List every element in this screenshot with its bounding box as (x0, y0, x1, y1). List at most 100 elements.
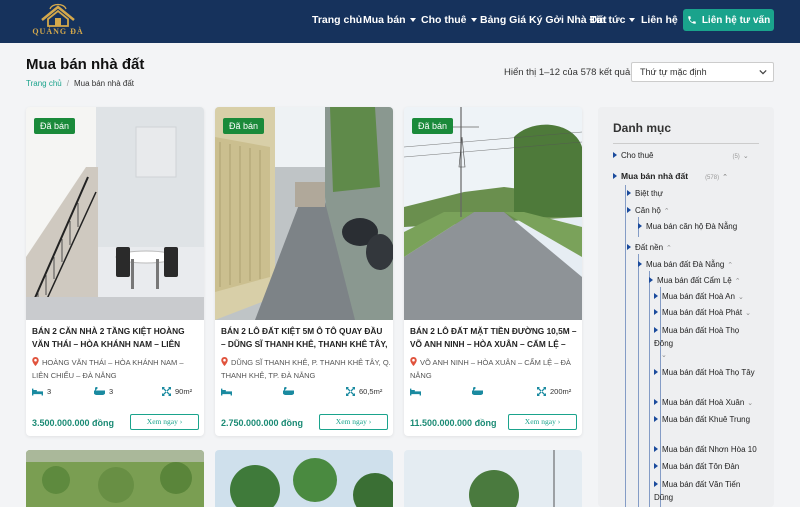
sidebar-toggle[interactable]: ⌄ (658, 350, 667, 359)
sidebar-item-hoa-phat[interactable]: Mua bán đất Hoà Phát ⌄ (654, 308, 751, 317)
listing-location: VÕ ANH NINH – HÒA XUÂN – CẨM LỆ – ĐÀ NẴN… (410, 357, 571, 380)
result-count: Hiển thị 1–12 của 578 kết quả (504, 67, 631, 78)
view-now-button[interactable]: Xem ngay › (508, 414, 577, 430)
chevron-down-icon: ⌄ (661, 352, 667, 359)
chevron-down-icon: ⌄ (745, 310, 751, 317)
caret-right-icon (654, 446, 658, 452)
chevron-down-icon (629, 18, 636, 23)
sold-badge: Đã bán (34, 118, 76, 134)
listing-photo-partial[interactable] (26, 450, 204, 507)
listing-title[interactable]: BÁN 2 LÔ ĐẤT MẶT TIỀN ĐƯỜNG 10,5M – VÕ A… (410, 325, 578, 351)
phone-icon (688, 16, 696, 24)
listing-price: 3.500.000.000 đồng (32, 418, 115, 428)
view-now-button[interactable]: Xem ngay › (319, 414, 388, 430)
sidebar-item-biet-thu[interactable]: Biệt thự (627, 189, 663, 198)
nav-lien-he[interactable]: Liên hệ (641, 14, 678, 26)
sidebar-item-van-tien-dung[interactable]: Mua bán đất Văn Tiến Dũng (654, 478, 752, 504)
listing-title[interactable]: BÁN 2 LÔ ĐẤT KIỆT 5M Ô TÔ QUAY ĐẦU – DŨN… (221, 325, 389, 351)
sidebar-item-hoa-tho-dong[interactable]: Mua bán đất Hoà Thọ Đông (654, 324, 752, 350)
listing-title[interactable]: BÁN 2 CĂN NHÀ 2 TẦNG KIỆT HOÀNG VĂN THÁI… (32, 325, 200, 351)
chevron-up-icon: ⌃ (722, 174, 728, 181)
caret-right-icon (654, 327, 658, 333)
caret-right-icon (613, 152, 617, 158)
sidebar-item-can-ho-dn[interactable]: Mua bán căn hộ Đà Nẵng (638, 222, 737, 231)
nav-home[interactable]: Trang chủ (312, 14, 362, 26)
listing-photo-interior[interactable] (26, 107, 204, 320)
bathtub-icon (471, 387, 484, 395)
sidebar-item-hoa-tho-tay[interactable]: Mua bán đất Hoà Thọ Tây (654, 368, 755, 377)
bathroom-count (282, 387, 298, 396)
sort-select[interactable]: Thứ tự mặc định (631, 62, 774, 82)
caret-right-icon (654, 293, 658, 299)
area-value: 200m² (537, 387, 571, 396)
sold-badge: Đã bán (412, 118, 454, 134)
listing-specs: 60,5m² (221, 387, 387, 399)
caret-right-icon (627, 244, 631, 250)
sidebar-item-ton-dan[interactable]: Mua bán đất Tôn Đản (654, 462, 739, 471)
sidebar-item-can-ho[interactable]: Căn hộ ⌃ (627, 206, 670, 215)
listing-photo-partial[interactable] (404, 450, 582, 507)
bathroom-count (471, 387, 487, 396)
chevron-down-icon (409, 18, 416, 23)
listing-price: 11.500.000.000 đồng (410, 418, 497, 428)
caret-right-icon (654, 481, 658, 487)
expand-arrows-icon (537, 387, 546, 396)
chevron-down-icon (470, 18, 477, 23)
caret-right-icon (627, 190, 631, 196)
view-now-button[interactable]: Xem ngay › (130, 414, 199, 430)
sidebar-item-dat-nen[interactable]: Đất nền ⌃ (627, 243, 672, 252)
contact-button[interactable]: Liên hệ tư vấn (683, 9, 774, 31)
site-logo[interactable]: QUẢNG ĐÀ (28, 2, 88, 40)
bedroom-count: 3 (32, 387, 51, 396)
listing-photo-alley[interactable] (215, 107, 393, 320)
listing-photo-street[interactable] (404, 107, 582, 320)
site-header: QUẢNG ĐÀ Trang chủ Mua bán Cho thuê Bảng… (0, 0, 800, 43)
caret-right-icon (654, 369, 658, 375)
listing-price: 2.750.000.000 đồng (221, 418, 304, 428)
listing-photo-partial[interactable] (215, 450, 393, 507)
breadcrumb: Trang chủ / Mua bán nhà đất (26, 79, 135, 88)
listing-specs: 3 3 90m² (32, 387, 198, 399)
area-value: 60,5m² (346, 387, 382, 396)
sidebar-item-dat-dn[interactable]: Mua bán đất Đà Nẵng ⌃ (638, 260, 733, 269)
chevron-up-icon: ⌃ (663, 208, 670, 215)
bed-icon (410, 388, 421, 396)
sidebar-item-khue-trung[interactable]: Mua bán đất Khuê Trung (654, 415, 750, 424)
expand-arrows-icon (162, 387, 171, 396)
listing-photo-trees (215, 450, 393, 507)
caret-right-icon (638, 223, 642, 229)
nav-tin-tuc[interactable]: Tin tức (590, 14, 636, 26)
caret-right-icon (613, 173, 617, 179)
listing-photo-sky (404, 450, 582, 507)
sidebar-item-hoa-xuan[interactable]: Mua bán đất Hoà Xuân ⌄ (654, 398, 753, 407)
caret-right-icon (654, 416, 658, 422)
sidebar-item-nhon-hoa[interactable]: Mua bán đất Nhơn Hòa 10 (654, 445, 757, 454)
chevron-down-icon: ⌄ (747, 400, 754, 407)
category-sidebar: Danh mục Cho thuê (5) ⌄ Mua bán nhà đất (57… (598, 107, 774, 507)
breadcrumb-home[interactable]: Trang chủ (26, 79, 62, 88)
caret-right-icon (654, 399, 658, 405)
listing-card[interactable]: Đã bán BÁN 2 CĂN NHÀ 2 TẦNG KIỆT HOÀNG V… (26, 107, 204, 436)
sidebar-item-dat-cam-le[interactable]: Mua bán đất Cẩm Lệ ⌃ (649, 276, 741, 285)
listing-card[interactable]: Đã bán BÁN 2 LÔ ĐẤT KIỆT 5M Ô TÔ QUAY ĐẦ… (215, 107, 393, 436)
chevron-up-icon: ⌃ (727, 262, 734, 269)
nav-mua-ban[interactable]: Mua bán (363, 14, 416, 26)
map-pin-icon (221, 357, 228, 366)
nav-bang-gia[interactable]: Bảng Giá Ký Gởi Nhà Đất (480, 14, 607, 26)
sold-badge: Đã bán (223, 118, 265, 134)
sidebar-item-cho-thue[interactable]: Cho thuê (5) ⌄ (613, 151, 749, 160)
logo-house-icon (41, 3, 75, 27)
listing-card[interactable]: Đã bán BÁN 2 LÔ ĐẤT MẶT TIỀN ĐƯỜNG 10,5M… (404, 107, 582, 436)
nav-cho-thue[interactable]: Cho thuê (421, 14, 477, 26)
bedroom-count (410, 387, 425, 396)
bedroom-count (221, 387, 236, 396)
caret-right-icon (649, 277, 653, 283)
caret-right-icon (627, 207, 631, 213)
bed-icon (221, 388, 232, 396)
bathroom-count: 3 (93, 387, 113, 396)
caret-right-icon (654, 309, 658, 315)
page-title: Mua bán nhà đất (26, 56, 145, 73)
sidebar-item-hoa-an[interactable]: Mua bán đất Hoà An ⌄ (654, 292, 744, 301)
caret-right-icon (654, 463, 658, 469)
sidebar-item-mua-ban[interactable]: Mua bán nhà đất (578) ⌃ (613, 171, 728, 181)
